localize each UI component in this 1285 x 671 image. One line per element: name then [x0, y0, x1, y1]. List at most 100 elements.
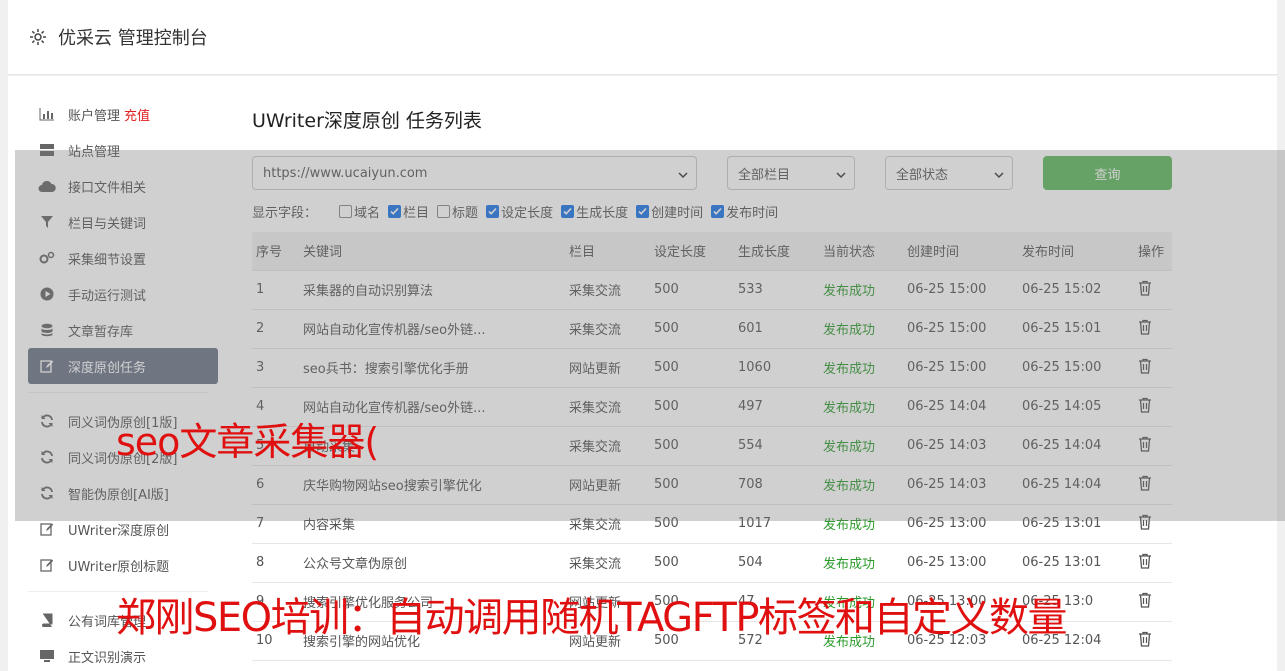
- table-cell: 708: [734, 465, 819, 505]
- table-cell: 采集交流: [565, 504, 650, 544]
- col-header: 序号: [252, 232, 299, 271]
- query-button[interactable]: 查询: [1043, 156, 1172, 190]
- action-cell: [1134, 543, 1172, 583]
- table-cell: seo兵书：搜索引擎优化手册: [299, 348, 565, 388]
- sidebar-item-manual-run[interactable]: 手动运行测试: [28, 276, 218, 312]
- field-checkbox-title[interactable]: 标题: [437, 202, 478, 221]
- table-cell: 采集交流: [565, 387, 650, 427]
- table-cell: 发布成功: [819, 348, 903, 388]
- sidebar-item-label: 采集细节设置: [68, 252, 147, 268]
- server-icon: [38, 141, 56, 159]
- action-cell: [1134, 270, 1172, 310]
- field-checkbox-gen-length[interactable]: 生成长度: [561, 202, 628, 221]
- sidebar-item-label: 深度原创任务: [68, 360, 147, 376]
- monitor-icon: [38, 647, 56, 665]
- table-cell: 06-25 14:03: [903, 465, 1018, 505]
- sidebar-item-interface[interactable]: 接口文件相关: [28, 168, 218, 204]
- table-cell: 6: [252, 465, 299, 505]
- sidebar-item-label: UWriter深度原创: [68, 523, 170, 539]
- site-select-value: https://www.ucaiyun.com: [263, 165, 428, 181]
- action-cell: [1134, 582, 1172, 622]
- trash-icon[interactable]: [1138, 280, 1152, 296]
- table-cell: 500: [650, 387, 734, 427]
- trash-icon[interactable]: [1138, 319, 1152, 335]
- sidebar-item-deep-original[interactable]: 深度原创任务: [28, 348, 218, 384]
- checkbox-label: 栏目: [403, 205, 430, 221]
- table-cell: 1060: [734, 348, 819, 388]
- sidebar-item-account[interactable]: 账户管理 充值: [28, 96, 218, 132]
- trash-icon[interactable]: [1138, 631, 1152, 647]
- field-checkbox-created[interactable]: 创建时间: [636, 202, 703, 221]
- trash-icon[interactable]: [1138, 592, 1152, 608]
- table-cell: 庆华购物网站seo搜索引擎优化: [299, 465, 565, 505]
- checkbox-box: [561, 204, 575, 218]
- bar-chart-icon: [38, 105, 56, 123]
- checkbox-box: [711, 204, 725, 218]
- trash-icon[interactable]: [1138, 553, 1152, 569]
- chevron-down-icon: [994, 169, 1004, 179]
- checkbox-label: 发布时间: [726, 205, 779, 221]
- column-select[interactable]: 全部栏目: [727, 156, 855, 190]
- sidebar-item-columns[interactable]: 栏目与关键词: [28, 204, 218, 240]
- edit-icon: [38, 520, 56, 538]
- sidebar-item-uwriter-title[interactable]: UWriter原创标题: [28, 547, 218, 583]
- caption-overlay-top: seo文章采集器(: [116, 420, 379, 464]
- filter-icon: [38, 213, 56, 231]
- table-cell: 601: [734, 309, 819, 349]
- table-cell: 06-25 15:00: [903, 348, 1018, 388]
- table-cell: 发布成功: [819, 504, 903, 544]
- field-checkbox-published[interactable]: 发布时间: [711, 202, 778, 221]
- table-cell: 内容采集: [299, 504, 565, 544]
- table-row: 4 网站自动化宣传机器/seo外链... 采集交流 500 497 发布成功 06-25 1…: [252, 387, 1172, 427]
- col-header: 设定长度: [650, 232, 734, 271]
- table-cell: 采集交流: [565, 426, 650, 466]
- checkbox-box: [636, 204, 650, 218]
- table-cell: 发布成功: [819, 426, 903, 466]
- caption-overlay-bottom: 郑刚SEO培训：自动调用随机TAGFTP标签和自定义数量: [116, 595, 1068, 641]
- sidebar-item-sites[interactable]: 站点管理: [28, 132, 218, 168]
- action-cell: [1134, 465, 1172, 505]
- checkbox-label: 生成长度: [576, 205, 629, 221]
- trash-icon[interactable]: [1138, 436, 1152, 452]
- col-header: 关键词: [299, 232, 565, 271]
- filter-bar: https://www.ucaiyun.com 全部栏目 全部状态 查询: [252, 156, 1172, 190]
- table-cell: 采集交流: [565, 543, 650, 583]
- checkbox-box: [339, 204, 353, 218]
- sidebar-item-article-store[interactable]: 文章暂存库: [28, 312, 218, 348]
- trash-icon[interactable]: [1138, 475, 1152, 491]
- field-checkbox-set-length[interactable]: 设定长度: [486, 202, 553, 221]
- trash-icon[interactable]: [1138, 397, 1152, 413]
- content-panel: 账户管理 充值 站点管理 接口文件相关 栏目与关键词 采集细节设置 手动运行测试…: [8, 76, 1277, 671]
- top-header: 优采云 管理控制台: [8, 0, 1277, 75]
- table-cell: 发布成功: [819, 270, 903, 310]
- site-select[interactable]: https://www.ucaiyun.com: [252, 156, 697, 190]
- table-cell: 06-25 15:00: [903, 270, 1018, 310]
- sidebar-item-label: 手动运行测试: [68, 288, 147, 304]
- table-cell: 公众号文章伪原创: [299, 543, 565, 583]
- sidebar-item-collect-settings[interactable]: 采集细节设置: [28, 240, 218, 276]
- gear-icon[interactable]: [28, 27, 48, 47]
- sidebar-item-ai-rewrite[interactable]: 智能伪原创[AI版]: [28, 475, 218, 511]
- trash-icon[interactable]: [1138, 358, 1152, 374]
- sidebar-item-label: 账户管理: [68, 108, 121, 124]
- action-cell: [1134, 621, 1172, 661]
- recharge-link[interactable]: 充值: [124, 105, 150, 124]
- checkbox-box: [388, 204, 402, 218]
- table-cell: 网站更新: [565, 348, 650, 388]
- status-select[interactable]: 全部状态: [885, 156, 1013, 190]
- refresh-icon: [38, 412, 56, 430]
- table-cell: 06-25 13:00: [903, 504, 1018, 544]
- action-cell: [1134, 426, 1172, 466]
- table-row: 7 内容采集 采集交流 500 1017 发布成功 06-25 13:00 06-25 13:…: [252, 504, 1172, 544]
- field-checkbox-domain[interactable]: 域名: [339, 202, 380, 221]
- table-cell: 网站更新: [565, 465, 650, 505]
- field-checkbox-column[interactable]: 栏目: [388, 202, 429, 221]
- edit-icon: [38, 357, 56, 375]
- table-cell: 06-25 15:00: [903, 309, 1018, 349]
- sidebar-item-uwriter-original[interactable]: UWriter深度原创: [28, 511, 218, 547]
- book-icon: [38, 611, 56, 629]
- table-row: 5 自动采集 采集交流 500 554 发布成功 06-25 14:03 06-25 14:0…: [252, 426, 1172, 466]
- checkbox-label: 创建时间: [651, 205, 704, 221]
- table-cell: 采集交流: [565, 309, 650, 349]
- trash-icon[interactable]: [1138, 514, 1152, 530]
